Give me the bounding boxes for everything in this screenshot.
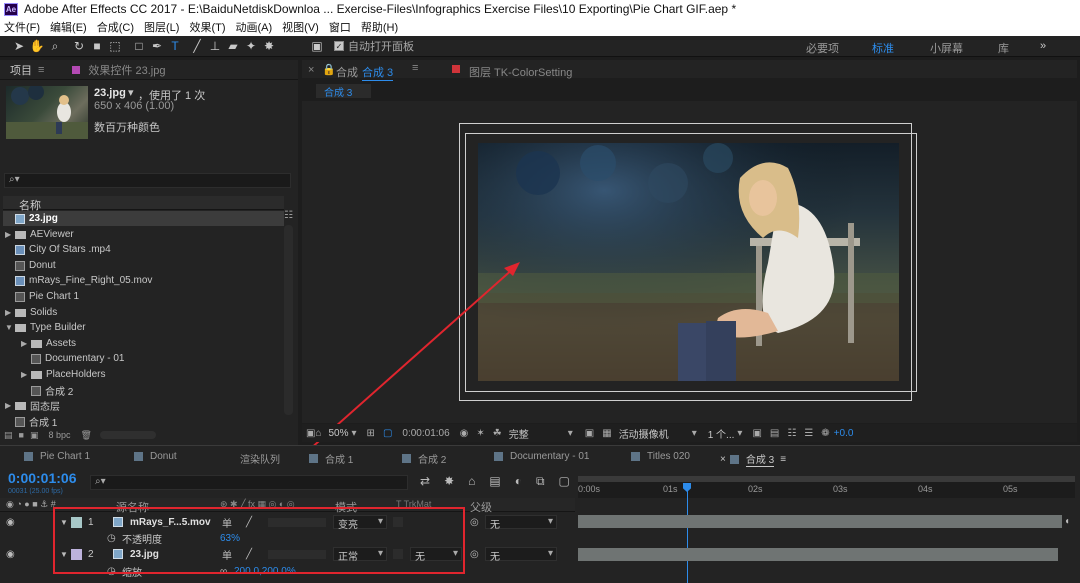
viewer-controls: ▣⌂ 50% ▾ ⊞ ▢ 0:00:01:06 ◉ ✶ ☘ 完整 ▾ ▣ ▦ 活动摄… — [302, 424, 1077, 442]
parent-value: 无 — [490, 552, 500, 563]
ruler-tick-label: 04s — [918, 484, 933, 494]
views-dropdown[interactable]: 1 个... — [705, 426, 738, 441]
layer-2-bar[interactable] — [578, 548, 1058, 561]
comp-color-icon — [134, 452, 143, 461]
timeline-tab-label: Titles 020 — [647, 451, 690, 462]
video-visibility-icon[interactable]: ◉ — [6, 517, 15, 528]
column-parent[interactable]: 父级 — [470, 499, 492, 515]
timeline-tab-label: 渲染队列 — [240, 455, 280, 466]
timeline-frame-count: 00031 (25.00 fps) — [8, 488, 63, 495]
fast-preview-icon[interactable]: ▤ — [770, 428, 779, 439]
ruler-tick-label: 01s — [663, 484, 678, 494]
timeline-tab-label: Donut — [150, 451, 177, 462]
reset-exposure-icon[interactable]: ❁ — [821, 428, 829, 439]
draft-3d-icon[interactable]: ✸ — [444, 474, 454, 489]
comp-color-icon — [402, 454, 411, 463]
exposure-value[interactable]: +0.0 — [834, 428, 854, 439]
views-chevron-down-icon[interactable]: ▾ — [737, 428, 742, 439]
transparency-grid-icon[interactable]: ▦ — [602, 428, 611, 439]
color-channel-icon[interactable]: ☘ — [493, 428, 502, 439]
shy-layers-icon[interactable]: ⌂ — [468, 474, 475, 489]
timeline-link-icon[interactable]: ☷ — [787, 428, 796, 439]
timeline-tab[interactable]: 合成 2 — [398, 451, 446, 466]
comp-color-icon — [729, 454, 739, 464]
ruler-tick-label: 03s — [833, 484, 848, 494]
timeline-search-input[interactable]: ⌕▾ — [90, 475, 408, 490]
layer-end-icon: ◖ — [1064, 516, 1071, 527]
grid-icon[interactable]: ⊞ — [367, 428, 375, 439]
comp-color-icon — [309, 454, 318, 463]
ruler-tick-label: 05s — [1003, 484, 1018, 494]
playhead[interactable] — [687, 484, 688, 583]
parent-dropdown[interactable]: 无 ▾ — [485, 515, 557, 531]
resolution-dropdown[interactable]: 完整 — [506, 426, 532, 441]
timeline-tab[interactable]: × 合成 3 ≡ — [720, 451, 786, 467]
viewer-timecode[interactable]: 0:00:01:06 — [402, 428, 449, 439]
timeline-tab-label: Documentary - 01 — [510, 451, 590, 462]
motion-blur-icon[interactable]: ◐ — [515, 474, 522, 489]
snapshot-icon[interactable]: ◉ — [460, 428, 469, 439]
annotation-highlight-box — [53, 507, 465, 574]
comp-color-icon — [631, 452, 640, 461]
work-area-bar[interactable] — [578, 476, 1075, 482]
comp-flowchart-icon[interactable]: ☰ — [804, 428, 813, 439]
chevron-down-icon: ▾ — [547, 516, 553, 527]
resolution-chevron-down-icon[interactable]: ▾ — [568, 428, 573, 439]
ruler-tick-label: 0:00s — [578, 484, 601, 494]
close-tab-icon[interactable]: × — [720, 454, 726, 465]
timeline-tab[interactable]: Donut — [130, 451, 177, 462]
layer-1-bar[interactable] — [578, 515, 1062, 528]
zoom-dropdown[interactable]: 50% — [326, 428, 352, 439]
timeline-switch-icons: ⇄ ✸ ⌂ ▤ ◐ ⧉ ▢ — [420, 474, 570, 489]
video-visibility-icon[interactable]: ◉ — [6, 549, 15, 560]
av-switch-icons[interactable]: ◉ ◔ ● ■ ⚓ # — [6, 499, 56, 510]
roi-icon[interactable]: ▣ — [585, 428, 594, 439]
timeline-tab[interactable]: Documentary - 01 — [490, 451, 589, 462]
timeline-tab-label: Pie Chart 1 — [40, 451, 91, 462]
toggle-pixel-icon[interactable]: ▣ — [752, 428, 761, 439]
comp-mini-flowchart-icon[interactable]: ⇄ — [420, 474, 430, 489]
chevron-down-icon: ▾ — [547, 548, 553, 559]
frame-blending-icon[interactable]: ▤ — [489, 474, 500, 489]
show-snapshot-icon[interactable]: ✶ — [476, 428, 484, 439]
always-preview-icon[interactable]: ▣⌂ — [306, 428, 322, 439]
timeline-tab[interactable]: 合成 1 — [305, 451, 353, 466]
timeline-tab-label: 合成 1 — [325, 455, 354, 466]
timeline-tab[interactable]: Titles 020 — [627, 451, 690, 462]
timeline-tab[interactable]: 渲染队列 — [220, 451, 280, 466]
parent-dropdown[interactable]: 无 ▾ — [485, 547, 557, 563]
timeline-menu-icon[interactable]: ≡ — [780, 454, 786, 465]
timeline-tab[interactable]: Pie Chart 1 — [20, 451, 90, 462]
timeline-tab-label: 合成 3 — [745, 451, 775, 467]
ruler-tick-label: 02s — [748, 484, 763, 494]
pickwhip-icon[interactable]: ◎ — [470, 517, 479, 528]
timeline-timecode[interactable]: 0:00:01:06 — [8, 470, 77, 486]
zoom-chevron-down-icon[interactable]: ▾ — [352, 428, 357, 439]
render-region-icon[interactable]: ▢ — [559, 474, 570, 489]
timeline-search-icon: ⌕▾ — [95, 476, 106, 487]
pickwhip-icon[interactable]: ◎ — [470, 549, 479, 560]
comp-color-icon — [224, 454, 233, 463]
camera-chevron-down-icon[interactable]: ▾ — [692, 428, 697, 439]
camera-dropdown[interactable]: 活动摄像机 — [616, 426, 672, 441]
comp-color-icon — [494, 452, 503, 461]
timeline-tab-label: 合成 2 — [418, 455, 447, 466]
comp-color-icon — [24, 452, 33, 461]
mask-visibility-icon[interactable]: ▢ — [383, 428, 392, 439]
graph-editor-icon[interactable]: ⧉ — [536, 474, 545, 489]
